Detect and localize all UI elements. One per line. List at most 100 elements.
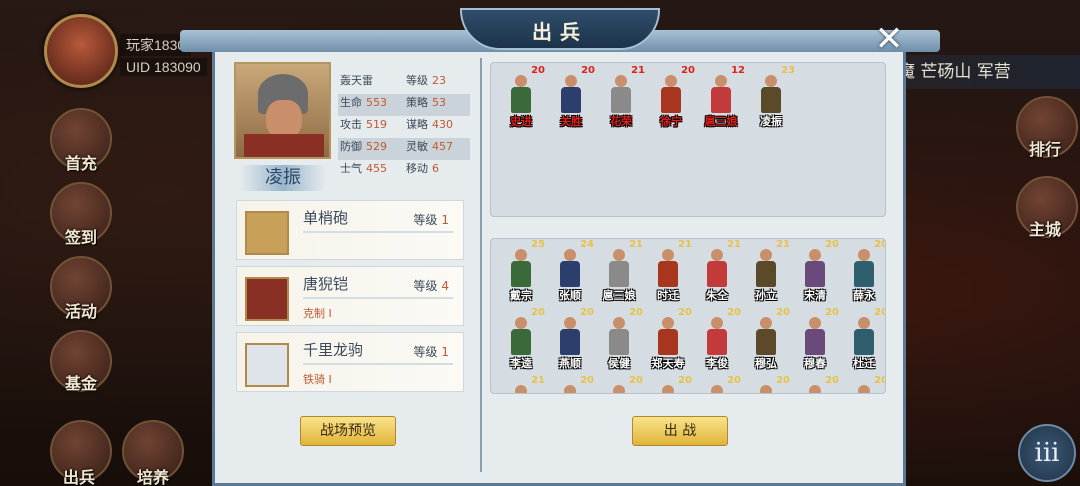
unit-level: 20 bbox=[580, 375, 594, 386]
unit-figure bbox=[609, 75, 633, 113]
unit-card[interactable]: 20 bbox=[840, 375, 885, 393]
unit-card[interactable]: 20 燕顺 bbox=[546, 307, 594, 373]
unit-card[interactable]: 21 时迁 bbox=[644, 239, 692, 305]
player-uid: UID 183090 bbox=[120, 58, 207, 76]
unit-card[interactable]: 20 郑天寿 bbox=[644, 307, 693, 373]
unit-head bbox=[515, 75, 527, 87]
unit-card[interactable]: 20 侯健 bbox=[595, 307, 643, 373]
unit-card[interactable]: 21 扈三娘 bbox=[595, 239, 644, 305]
unit-body bbox=[609, 329, 629, 355]
unit-level: 24 bbox=[580, 239, 594, 250]
close-button[interactable]: ✕ bbox=[870, 22, 908, 58]
unit-level: 20 bbox=[727, 375, 741, 386]
dialog-header: 出兵 bbox=[180, 8, 940, 56]
unit-card[interactable]: 20 bbox=[693, 375, 741, 393]
equipment-icon bbox=[245, 277, 289, 321]
unit-level: 12 bbox=[731, 65, 745, 76]
unit-card[interactable]: 24 张顺 bbox=[546, 239, 594, 305]
unit-body bbox=[511, 261, 531, 287]
unit-card[interactable]: 20 bbox=[742, 375, 790, 393]
equipment-level-value: 1 bbox=[441, 213, 449, 227]
equipment-name: 千里龙驹 bbox=[303, 341, 364, 359]
stat-label: 士气 bbox=[340, 162, 362, 175]
equipment-level: 等级 1 bbox=[413, 343, 449, 360]
unit-head bbox=[760, 317, 772, 329]
unit-head bbox=[564, 385, 576, 393]
unit-card[interactable]: 20 关胜 bbox=[547, 65, 595, 131]
stat-row: 防御 529 bbox=[340, 138, 387, 154]
stat-label: 防御 bbox=[340, 140, 362, 153]
unit-head bbox=[613, 317, 625, 329]
unit-figure bbox=[852, 249, 876, 287]
unit-figure bbox=[803, 317, 827, 355]
unit-body bbox=[561, 87, 581, 113]
unit-card[interactable]: 20 bbox=[546, 375, 594, 393]
hero-name: 凌振 bbox=[240, 165, 326, 191]
stat-label: 策略 bbox=[406, 96, 428, 109]
deployed-units-panel[interactable]: 20 史进 20 关胜 21 花荣 20 徐宁 12 扈三娘 23 凌振 bbox=[490, 62, 886, 217]
stat-row: 生命 553 bbox=[340, 94, 387, 110]
fund-label: 基金 bbox=[64, 374, 97, 393]
stat-value: 519 bbox=[366, 118, 387, 131]
unit-card[interactable]: 21 bbox=[497, 375, 545, 393]
unit-card[interactable]: 20 李俊 bbox=[693, 307, 741, 373]
equipment-progress bbox=[303, 231, 453, 233]
stat-label: 灵敏 bbox=[406, 140, 428, 153]
unit-body bbox=[560, 261, 580, 287]
unit-card[interactable]: 20 穆春 bbox=[791, 307, 839, 373]
unit-figure bbox=[803, 249, 827, 287]
equipment-name: 单梢砲 bbox=[303, 209, 349, 227]
unit-head bbox=[765, 75, 777, 87]
unit-card[interactable]: 23 凌振 bbox=[747, 65, 795, 131]
equipment-level-value: 1 bbox=[441, 345, 449, 359]
unit-card[interactable]: 21 花荣 bbox=[597, 65, 645, 131]
equipment-name: 唐猊铠 bbox=[303, 275, 349, 293]
equipment-slot[interactable]: 单梢砲 等级 1 bbox=[236, 200, 464, 260]
unit-card[interactable]: 20 徐宁 bbox=[647, 65, 695, 131]
unit-head bbox=[711, 249, 723, 261]
unit-head bbox=[760, 249, 772, 261]
unit-card[interactable]: 20 杜迁 bbox=[840, 307, 885, 373]
unit-level: 21 bbox=[631, 65, 645, 76]
equipment-slot[interactable]: 千里龙驹 等级 1 铁骑 I bbox=[236, 332, 464, 392]
unit-card[interactable]: 20 bbox=[644, 375, 692, 393]
unit-card[interactable]: 20 bbox=[595, 375, 643, 393]
first-charge-label: 首充 bbox=[64, 154, 97, 173]
location-banner: 魔 芒砀山 军营 bbox=[890, 55, 1080, 89]
unit-card[interactable]: 20 宋清 bbox=[791, 239, 839, 305]
unit-card[interactable]: 21 孙立 bbox=[742, 239, 790, 305]
stat-label: 移动 bbox=[406, 162, 428, 175]
stat-value: 553 bbox=[366, 96, 387, 109]
roster-panel[interactable]: 25戴宗24张顺21扈三娘21时迁21朱仝21孙立20宋清20薛永 20李逵20燕… bbox=[490, 238, 886, 394]
start-battle-button[interactable]: 出 战 bbox=[632, 416, 728, 446]
unit-level: 20 bbox=[681, 65, 695, 76]
unit-level: 21 bbox=[531, 375, 545, 386]
equipment-slot[interactable]: 唐猊铠 等级 4 克制 I bbox=[236, 266, 464, 326]
unit-head bbox=[858, 317, 870, 329]
unit-figure bbox=[607, 317, 631, 355]
equipment-trait: 克制 I bbox=[303, 307, 332, 320]
unit-card[interactable]: 20 bbox=[791, 375, 839, 393]
unit-card[interactable]: 20 李逵 bbox=[497, 307, 545, 373]
unit-card[interactable]: 12 扈三娘 bbox=[697, 65, 746, 131]
equipment-level-label: 等级 bbox=[413, 213, 438, 227]
unit-level: 20 bbox=[531, 65, 545, 76]
unit-card[interactable]: 25 戴宗 bbox=[497, 239, 545, 305]
armor-shape bbox=[244, 134, 324, 157]
unit-head bbox=[711, 317, 723, 329]
stat-label: 等级 bbox=[406, 74, 428, 87]
main-menu-button[interactable]: iii bbox=[1018, 424, 1076, 482]
unit-card[interactable]: 20 穆弘 bbox=[742, 307, 790, 373]
player-avatar[interactable] bbox=[44, 14, 118, 88]
battlefield-preview-button[interactable]: 战场预览 bbox=[300, 416, 396, 446]
column-divider bbox=[480, 58, 482, 472]
unit-figure bbox=[509, 249, 533, 287]
unit-level: 23 bbox=[781, 65, 795, 76]
unit-card[interactable]: 21 朱仝 bbox=[693, 239, 741, 305]
unit-head bbox=[711, 385, 723, 393]
stat-value: 455 bbox=[366, 162, 387, 175]
unit-card[interactable]: 20 薛永 bbox=[840, 239, 885, 305]
stat-label: 谋略 bbox=[406, 118, 428, 131]
unit-body bbox=[707, 329, 727, 355]
unit-card[interactable]: 20 史进 bbox=[497, 65, 545, 131]
